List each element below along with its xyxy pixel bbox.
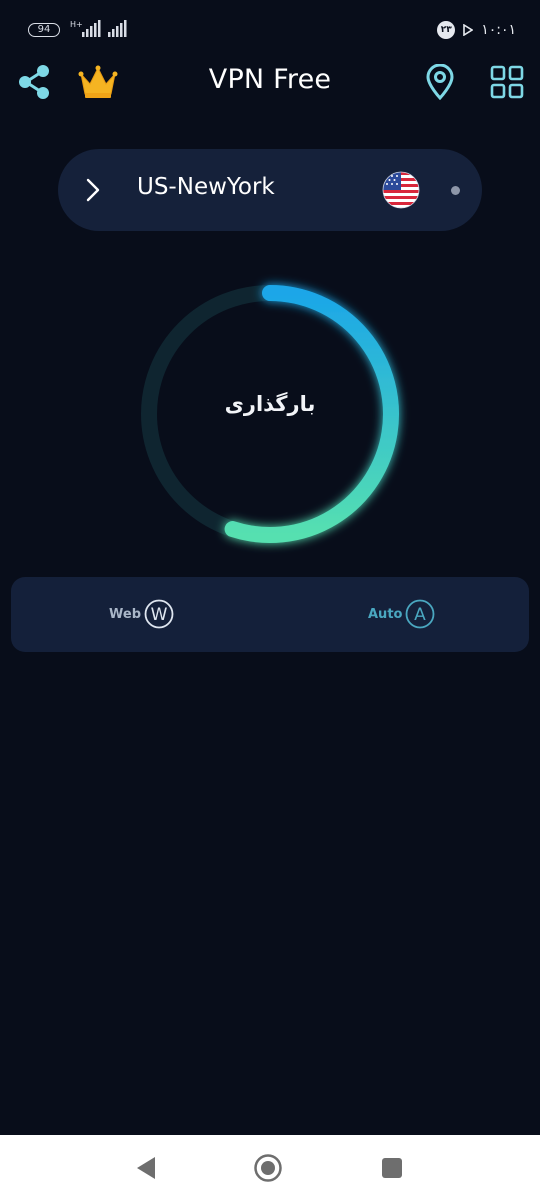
auto-mode-button[interactable]: Auto A <box>368 598 435 630</box>
notification-badge: ۲۳ <box>437 21 456 39</box>
app-bar: VPN Free <box>0 56 540 110</box>
recent-apps-button[interactable] <box>377 1153 407 1183</box>
menu-grid-button[interactable] <box>487 62 527 102</box>
navigation-bar <box>0 1135 540 1200</box>
server-name: US-NewYork <box>137 174 275 200</box>
battery-indicator: 94 <box>28 23 60 37</box>
us-flag-icon <box>382 171 420 209</box>
back-icon <box>137 1157 155 1179</box>
play-icon <box>463 24 474 36</box>
location-pin-icon <box>426 64 454 100</box>
auto-mode-letter: A <box>415 605 427 625</box>
home-icon <box>254 1154 282 1182</box>
chevron-right-icon <box>86 178 100 202</box>
status-right: ۲۳ ۱۰:۰۱ <box>437 19 516 41</box>
server-selector[interactable]: US-NewYork <box>58 149 482 231</box>
auto-mode-label: Auto <box>368 606 403 622</box>
status-bar: 94 H+ ۲۳ ۱۰:۰۱ <box>0 0 540 60</box>
auto-mode-icon: A <box>406 599 435 629</box>
location-button[interactable] <box>420 62 460 102</box>
web-mode-letter: W <box>151 605 168 625</box>
network-type: H+ <box>70 20 83 29</box>
mode-bar: Web W Auto A <box>11 577 529 652</box>
signal-icon: H+ <box>70 20 127 37</box>
recent-apps-icon <box>382 1158 402 1178</box>
battery-level: 94 <box>37 24 51 35</box>
clock: ۱۰:۰۱ <box>481 22 516 38</box>
back-button[interactable] <box>130 1153 160 1183</box>
web-mode-button[interactable]: Web W <box>109 598 174 630</box>
connection-status: بارگذاری <box>224 392 316 416</box>
grid-icon <box>490 65 524 99</box>
web-mode-icon: W <box>144 599 174 629</box>
status-dot <box>451 186 460 195</box>
web-mode-label: Web <box>109 606 141 622</box>
home-button[interactable] <box>253 1153 283 1183</box>
